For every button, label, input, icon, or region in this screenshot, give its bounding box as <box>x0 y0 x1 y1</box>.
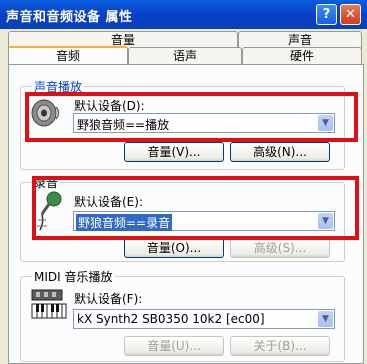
midi-about-button: 关于(B)... <box>230 336 330 356</box>
recording-device-select[interactable]: 野狼音频==录音 ▼ <box>73 211 335 231</box>
tab-hardware[interactable]: 硬件 <box>242 47 362 65</box>
recording-group-label: 录音 <box>32 174 61 191</box>
window-title: 声音和音频设备 属性 <box>6 10 133 25</box>
tab-row-front: 音频 语声 硬件 <box>8 46 362 66</box>
recording-advanced-button: 高级(S)... <box>230 238 330 258</box>
title-bar[interactable]: 声音和音频设备 属性 ? ✕ <box>0 0 367 29</box>
close-icon: ✕ <box>345 7 356 22</box>
recording-volume-button[interactable]: 音量(O)... <box>124 238 224 258</box>
speaker-icon <box>31 99 60 127</box>
midi-field-label: 默认设备(F): <box>74 292 143 306</box>
playback-volume-button[interactable]: 音量(V)... <box>124 142 224 162</box>
midi-group-label: MIDI 音乐播放 <box>32 268 115 285</box>
midi-volume-button: 音量(U)... <box>124 336 224 356</box>
recording-field-label: 默认设备(E): <box>74 195 143 209</box>
playback-advanced-button[interactable]: 高级(N)... <box>230 142 330 162</box>
playback-device-value: 野狼音频==播放 <box>77 118 170 132</box>
close-button[interactable]: ✕ <box>340 4 361 25</box>
midi-keyboard-icon <box>31 289 67 319</box>
chevron-down-icon[interactable]: ▼ <box>318 213 333 229</box>
midi-device-select[interactable]: kX Synth2 SB0350 10k2 [ec00] ▼ <box>73 309 335 329</box>
tab-voice[interactable]: 语声 <box>128 47 242 65</box>
playback-device-select[interactable]: 野狼音频==播放 ▼ <box>73 113 335 133</box>
help-button[interactable]: ? <box>316 4 337 25</box>
playback-group-label: 声音播放 <box>32 78 85 95</box>
chevron-down-icon[interactable]: ▼ <box>318 115 333 131</box>
recording-device-value: 野狼音频==录音 <box>76 214 173 231</box>
microphone-icon <box>37 191 62 231</box>
playback-field-label: 默认设备(D): <box>74 99 145 113</box>
chevron-down-icon[interactable]: ▼ <box>318 311 333 327</box>
tab-audio[interactable]: 音频 <box>8 46 128 66</box>
help-icon: ? <box>322 7 331 22</box>
midi-device-value: kX Synth2 SB0350 10k2 [ec00] <box>77 312 265 326</box>
